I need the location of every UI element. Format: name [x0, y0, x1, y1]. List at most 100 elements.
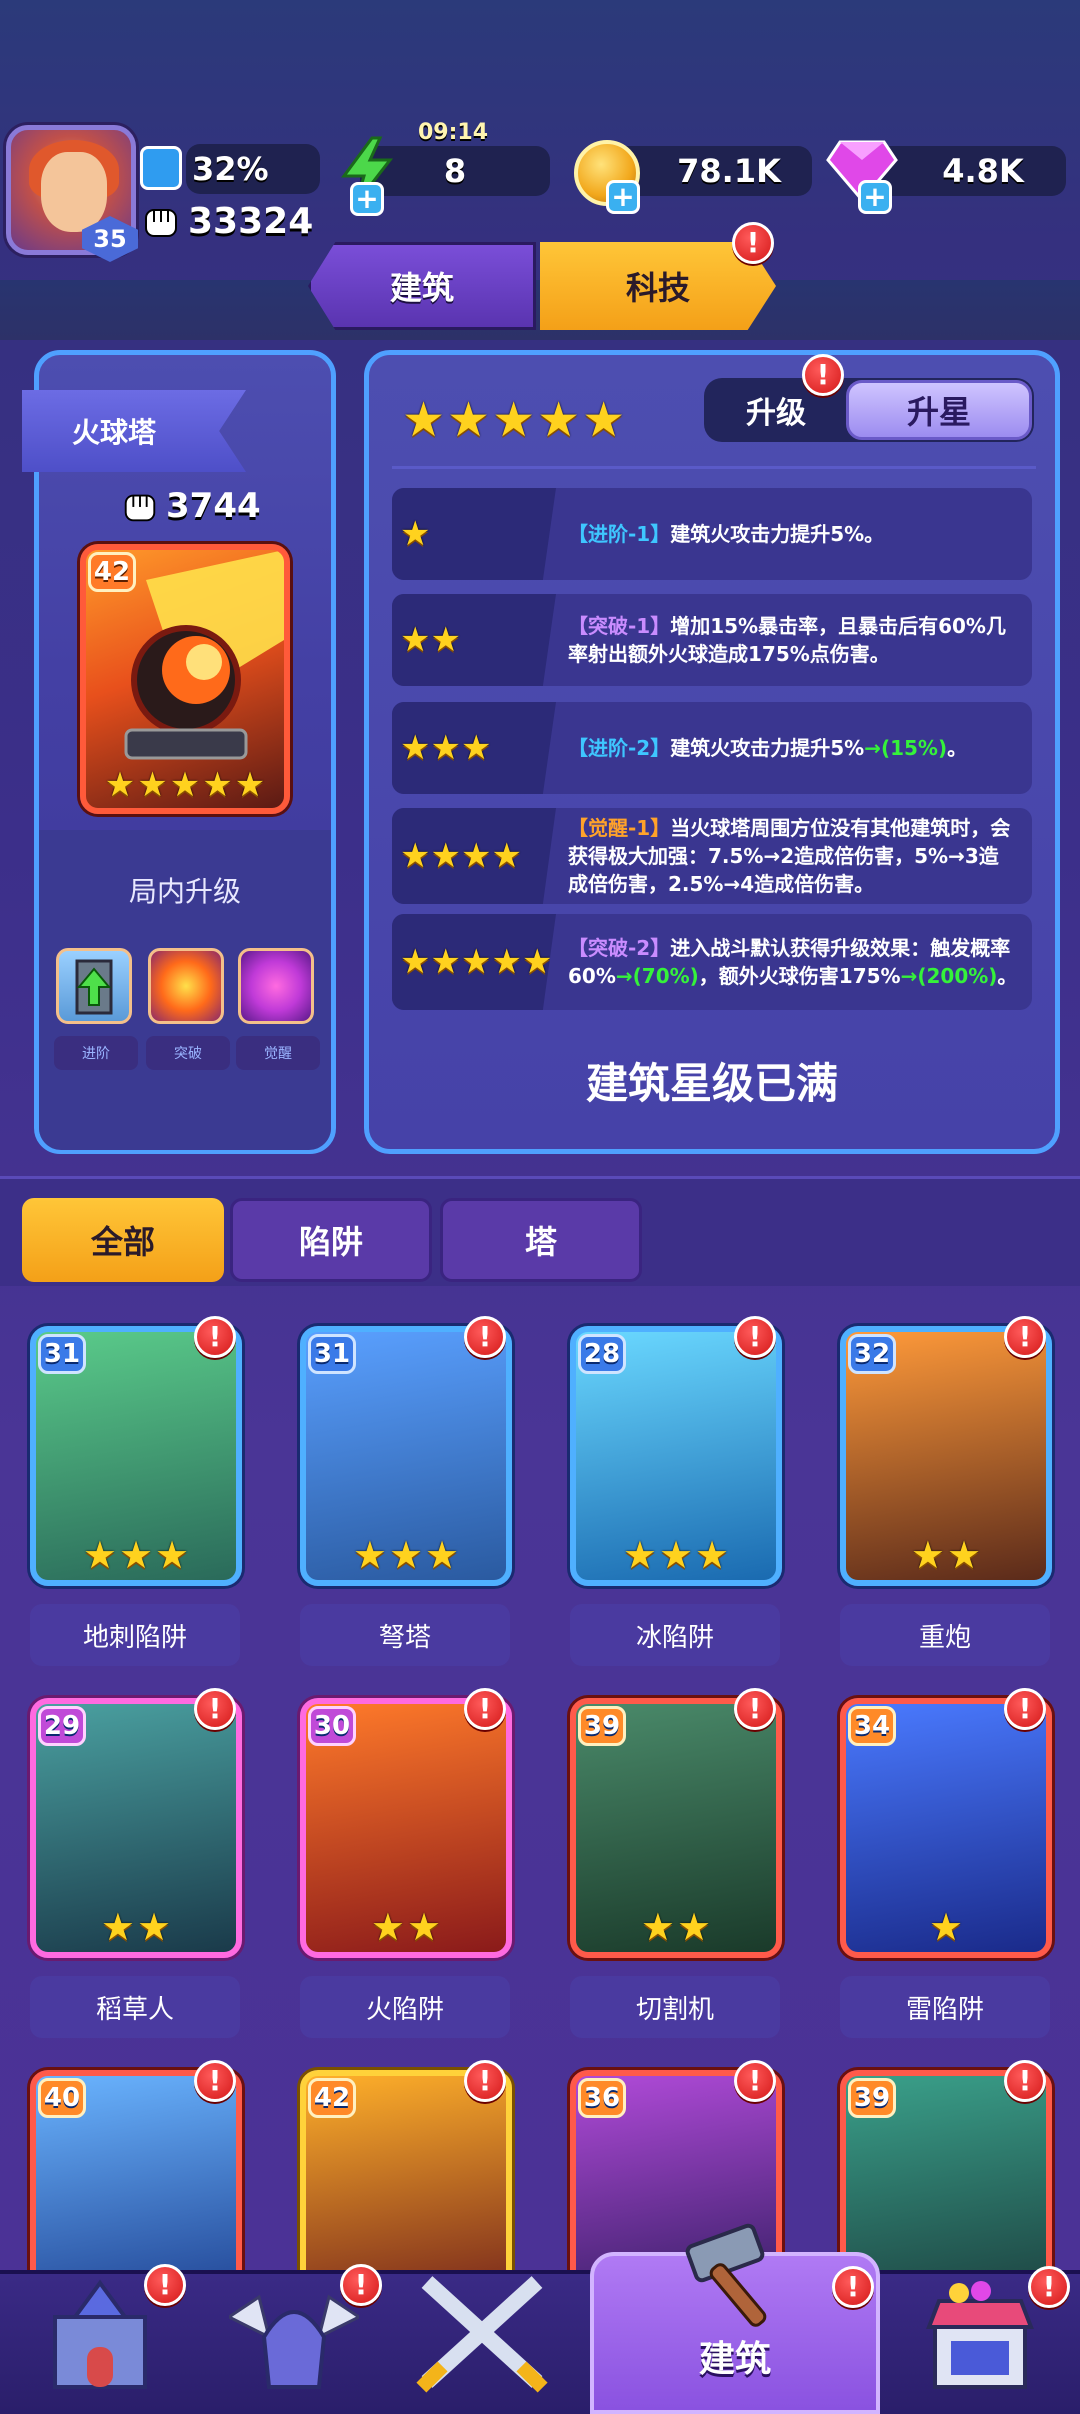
nav-build-icon — [660, 2200, 820, 2350]
skill-breakthrough-icon[interactable] — [148, 948, 224, 1024]
row-tag: 【突破-2】 — [568, 936, 671, 960]
row-text: 建筑火攻击力提升5%。 — [670, 522, 885, 546]
star-row-desc: 【突破-2】进入战斗默认获得升级效果：触发概率60%→(70%)，额外火球伤害1… — [556, 934, 1032, 990]
star-row-desc: 【进阶-1】建筑火攻击力提升5%。 — [556, 520, 1032, 548]
building-card[interactable]: 28 ★ ★ ★ — [570, 1326, 782, 1586]
star-icon: ★ — [202, 765, 233, 805]
card-name-label[interactable]: 地刺陷阱 — [30, 1604, 240, 1666]
toggle-star-button[interactable]: 升星 — [846, 380, 1032, 440]
card-level-tag: 36 — [578, 2078, 626, 2118]
card-alert-icon: ! — [464, 2060, 506, 2102]
nav-battle[interactable] — [402, 2262, 562, 2412]
upgrade-alert-icon: ! — [802, 354, 844, 396]
star-icon: ★ — [537, 392, 581, 448]
row-text2: ，额外火球伤害175% — [698, 964, 901, 988]
inner-upgrade-title: 局内升级 — [128, 875, 241, 908]
card-name-label[interactable]: 冰陷阱 — [570, 1604, 780, 1666]
card-level-tag: 42 — [308, 2078, 356, 2118]
star-row-desc: 【觉醒-1】当火球塔周围方位没有其他建筑时，会获得极大加强：7.5%→2造成倍伤… — [556, 814, 1032, 898]
card-level-tag: 34 — [848, 1706, 896, 1746]
filter-all-button[interactable]: 全部 — [22, 1198, 224, 1282]
star-row-stars: ★ ★ ★ ★ — [392, 808, 556, 904]
row-text: 建筑火攻击力提升5% — [670, 736, 865, 760]
star-icon: ★ — [677, 1905, 712, 1949]
card-stars: ★ ★ ★ — [36, 1536, 236, 1574]
building-card[interactable]: 39 ★ ★ — [570, 1698, 782, 1958]
row-extra2: →(200%) — [900, 964, 998, 988]
card-alert-icon: ! — [1004, 1688, 1046, 1730]
maxed-star-text: 建筑星级已满 — [585, 1059, 838, 1108]
card-alert-icon: ! — [1004, 1316, 1046, 1358]
skill-advance-icon[interactable] — [56, 948, 132, 1024]
card-name-label[interactable]: 切割机 — [570, 1976, 780, 2038]
add-gems-button[interactable]: + — [858, 180, 892, 214]
star-row-stars: ★ — [392, 488, 556, 580]
fist-icon — [145, 209, 177, 237]
filter-trap-button[interactable]: 陷阱 — [230, 1198, 432, 1282]
building-card[interactable]: 32 ★ ★ — [840, 1326, 1052, 1586]
star-icon: ★ — [82, 1533, 117, 1577]
row-tag: 【进阶-2】 — [568, 736, 671, 760]
card-stars: ★ ★ — [846, 1536, 1046, 1574]
star-icon: ★ — [491, 942, 522, 982]
card-alert-icon: ! — [464, 1688, 506, 1730]
star-icon: ★ — [400, 514, 431, 554]
card-stars: ★ ★ — [576, 1908, 776, 1946]
building-card[interactable]: 34 ★ — [840, 1698, 1052, 1958]
castle-alert-icon: ! — [144, 2264, 186, 2306]
card-stars: ★ ★ — [306, 1908, 506, 1946]
star-icon: ★ — [491, 836, 522, 876]
power-value: 33324 — [188, 200, 314, 242]
card-alert-icon: ! — [194, 2060, 236, 2102]
card-alert-icon: ! — [194, 1688, 236, 1730]
add-energy-button[interactable]: + — [350, 182, 384, 216]
star-icon: ★ — [492, 392, 536, 448]
star-row-desc: 【进阶-2】建筑火攻击力提升5%→(15%)。 — [556, 734, 1032, 762]
card-name-label[interactable]: 稻草人 — [30, 1976, 240, 2038]
star-icon: ★ — [370, 1905, 405, 1949]
card-level-tag: 29 — [38, 1706, 86, 1746]
card-level-tag: 30 — [308, 1706, 356, 1746]
skill-awaken-icon[interactable] — [238, 948, 314, 1024]
tab-build[interactable]: 建筑 — [308, 242, 536, 330]
star-icon: ★ — [430, 836, 461, 876]
energy-timer: 09:14 — [418, 120, 489, 145]
add-gold-button[interactable]: + — [606, 180, 640, 214]
card-alert-icon: ! — [464, 1316, 506, 1358]
hero-alert-icon: ! — [340, 2264, 382, 2306]
building-card[interactable]: 29 ★ ★ — [30, 1698, 242, 1958]
star-icon: ★ — [430, 942, 461, 982]
star-icon: ★ — [460, 942, 492, 982]
helmet-icon — [229, 2294, 359, 2389]
star-row-desc: 【突破-1】增加15%暴击率，且暴击后有60%几率射出额外火球造成175%点伤害… — [556, 612, 1032, 668]
building-power-value: 3744 — [166, 486, 261, 526]
card-level-tag: 39 — [578, 1706, 626, 1746]
star-row-stars: ★ ★ — [392, 594, 556, 686]
building-card[interactable]: 31 ★ ★ ★ — [30, 1326, 242, 1586]
card-name-label[interactable]: 弩塔 — [300, 1604, 510, 1666]
star-icon: ★ — [400, 942, 431, 982]
card-name-label[interactable]: 雷陷阱 — [840, 1976, 1050, 2038]
star-icon: ★ — [447, 392, 491, 448]
building-card[interactable]: 30 ★ ★ — [300, 1698, 512, 1958]
row-tag: 【进阶-1】 — [568, 522, 671, 546]
building-name-flag: 火球塔 — [22, 390, 246, 472]
filter-tower-button[interactable]: 塔 — [440, 1198, 642, 1282]
card-name-label[interactable]: 火陷阱 — [300, 1976, 510, 2038]
energy-value: 8 — [443, 152, 467, 190]
star-row-stars: ★ ★ ★ ★ ★ — [392, 914, 556, 1010]
fireball-tower-card[interactable]: 42 ★ ★ ★ ★ ★ — [80, 544, 290, 814]
star-icon: ★ — [582, 392, 626, 448]
panel-stars: ★ ★ ★ ★ ★ — [402, 396, 625, 444]
card-name-label[interactable]: 重炮 — [840, 1604, 1050, 1666]
star-icon: ★ — [928, 1905, 964, 1949]
star-icon: ★ — [430, 728, 461, 768]
card-level-tag: 39 — [848, 2078, 896, 2118]
star-icon: ★ — [910, 1533, 945, 1577]
power-display: 33324 — [140, 200, 313, 242]
castle-icon — [53, 2279, 147, 2389]
star-row-4: ★ ★ ★ ★ 【觉醒-1】当火球塔周围方位没有其他建筑时，会获得极大加强：7.… — [392, 808, 1032, 904]
star-icon: ★ — [400, 728, 431, 768]
row-tail: 。 — [947, 736, 968, 760]
building-card[interactable]: 31 ★ ★ ★ — [300, 1326, 512, 1586]
